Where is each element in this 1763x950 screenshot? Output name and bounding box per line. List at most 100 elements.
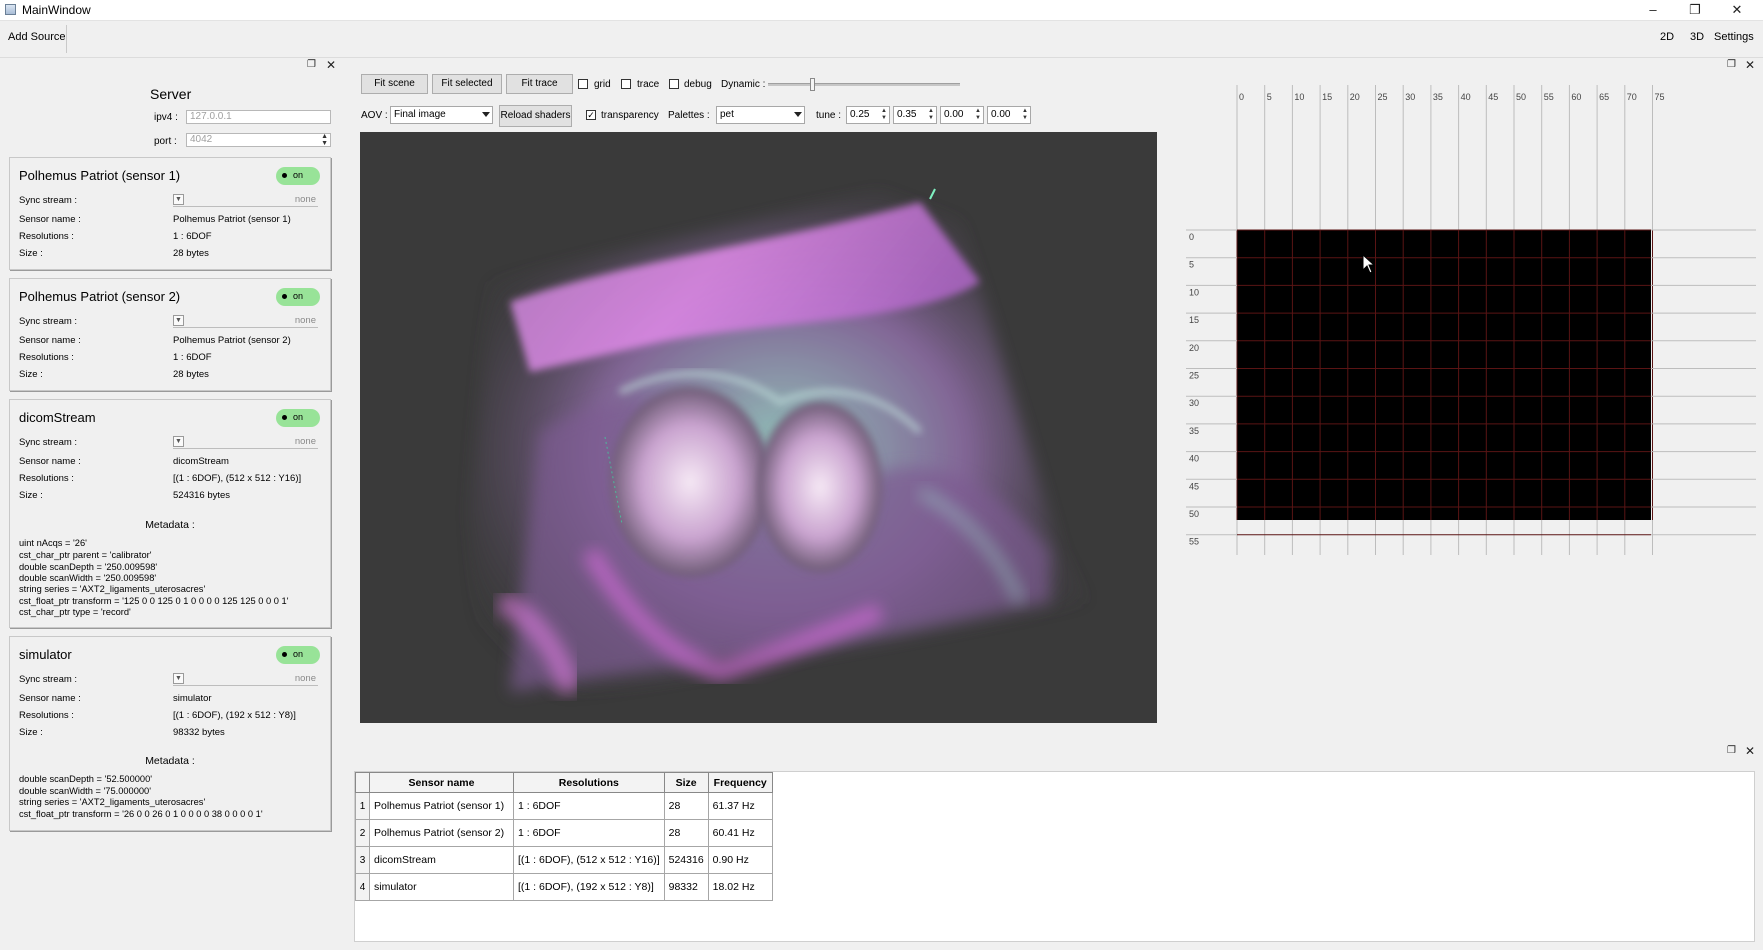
x-tick-label: 10 xyxy=(1294,92,1304,102)
cell-frequency[interactable]: 18.02 Hz xyxy=(707,873,773,901)
toggle-dot-icon xyxy=(282,415,287,420)
cell-frequency[interactable]: 0.90 Hz xyxy=(707,846,773,874)
table-row[interactable]: 2 Polhemus Patriot (sensor 2) 1 : 6DOF 2… xyxy=(355,819,773,847)
column-header-size[interactable]: Size xyxy=(663,772,709,793)
ipv4-input[interactable]: 127.0.0.1 xyxy=(186,110,331,124)
port-value: 4042 xyxy=(190,134,213,145)
spin-arrows-icon[interactable]: ▲ ▼ xyxy=(321,133,328,147)
toggle-dot-icon xyxy=(282,173,287,178)
minimize-button[interactable]: – xyxy=(1632,0,1674,20)
trace-checkbox[interactable] xyxy=(621,79,631,89)
close-panel-icon[interactable]: ✕ xyxy=(1745,58,1755,72)
y-tick-label: 15 xyxy=(1189,315,1199,325)
cell-resolutions[interactable]: 1 : 6DOF xyxy=(513,792,665,820)
source-toggle[interactable]: on xyxy=(276,646,320,664)
cell-frequency[interactable]: 60.41 Hz xyxy=(707,819,773,847)
slice-grid-view[interactable]: 0 5 10 15 20 25 30 35 40 45 50 55 60 65 70 75 0 5 10 15 20 25… xyxy=(1186,85,1756,625)
table-row[interactable]: 1 Polhemus Patriot (sensor 1) 1 : 6DOF 2… xyxy=(355,792,773,820)
tune-spinbox-2[interactable]: 0.35 ▲ ▼ xyxy=(893,106,937,124)
grid-checkbox[interactable] xyxy=(578,79,588,89)
row-number[interactable]: 2 xyxy=(355,819,370,847)
metadata-line: cst_float_ptr transform = '125 0 0 125 0… xyxy=(19,596,289,606)
slider-handle[interactable] xyxy=(810,78,815,91)
palettes-select[interactable]: pet xyxy=(716,106,805,124)
tune-spinbox-4[interactable]: 0.00 ▲ ▼ xyxy=(987,106,1031,124)
fit-trace-button[interactable]: Fit trace xyxy=(506,74,573,94)
toggle-dot-icon xyxy=(282,652,287,657)
table-corner[interactable] xyxy=(355,772,370,793)
render-viewport[interactable] xyxy=(360,132,1157,723)
view-3d-button[interactable]: 3D xyxy=(1690,31,1704,43)
resolutions-label: Resolutions : xyxy=(19,352,74,363)
source-card-sensor-1: Polhemus Patriot (sensor 1) on Sync stre… xyxy=(9,157,331,270)
cell-sensor-name[interactable]: Polhemus Patriot (sensor 2) xyxy=(369,819,514,847)
cell-sensor-name[interactable]: Polhemus Patriot (sensor 1) xyxy=(369,792,514,820)
x-tick-label: 50 xyxy=(1516,92,1526,102)
cell-resolutions[interactable]: [(1 : 6DOF), (192 x 512 : Y8)] xyxy=(513,873,665,901)
y-tick-label: 50 xyxy=(1189,509,1199,519)
source-toggle[interactable]: on xyxy=(276,167,320,185)
row-number[interactable]: 3 xyxy=(355,846,370,874)
port-spinbox[interactable]: 4042 ▲ ▼ xyxy=(186,133,331,147)
cell-frequency[interactable]: 61.37 Hz xyxy=(707,792,773,820)
table-row[interactable]: 4 simulator [(1 : 6DOF), (192 x 512 : Y8… xyxy=(355,873,773,901)
tune-spinbox-1[interactable]: 0.25 ▲ ▼ xyxy=(846,106,890,124)
column-header-frequency[interactable]: Frequency xyxy=(707,772,773,793)
aov-select[interactable]: Final image xyxy=(390,106,493,124)
table-row[interactable]: 3 dicomStream [(1 : 6DOF), (512 x 512 : … xyxy=(355,846,773,874)
reload-shaders-button[interactable]: Reload shaders xyxy=(499,105,572,127)
tune-value: 0.25 xyxy=(850,109,870,120)
x-tick-label: 0 xyxy=(1239,92,1244,102)
spin-arrows-icon[interactable]: ▲ ▼ xyxy=(974,108,982,122)
source-toggle[interactable]: on xyxy=(276,409,320,427)
close-panel-icon[interactable]: ✕ xyxy=(1745,744,1755,758)
tune-value: 0.00 xyxy=(944,109,964,120)
sync-stream-value: none xyxy=(294,315,316,326)
fit-scene-button[interactable]: Fit scene xyxy=(361,74,428,94)
tune-spinbox-3[interactable]: 0.00 ▲ ▼ xyxy=(940,106,984,124)
source-toggle[interactable]: on xyxy=(276,288,320,306)
row-number[interactable]: 4 xyxy=(355,873,370,901)
palettes-value: pet xyxy=(720,109,734,120)
cell-size[interactable]: 28 xyxy=(663,792,709,820)
cell-sensor-name[interactable]: dicomStream xyxy=(369,846,514,874)
y-tick-label: 10 xyxy=(1189,287,1199,297)
float-panel-icon[interactable]: ❐ xyxy=(1727,59,1736,70)
column-header-sensor-name[interactable]: Sensor name xyxy=(369,772,514,793)
restore-button[interactable]: ❐ xyxy=(1674,0,1716,20)
close-panel-icon[interactable]: ✕ xyxy=(326,58,336,72)
float-panel-icon[interactable]: ❐ xyxy=(307,59,316,70)
cell-resolutions[interactable]: [(1 : 6DOF), (512 x 512 : Y16)] xyxy=(513,846,665,874)
metadata-line: string series = 'AXT2_ligaments_uterosac… xyxy=(19,797,206,807)
sync-stream-combo[interactable]: ▼ none xyxy=(173,673,318,686)
size-label: Size : xyxy=(19,490,43,501)
y-tick-label: 25 xyxy=(1189,371,1199,381)
fit-selected-button[interactable]: Fit selected xyxy=(432,74,502,94)
cell-sensor-name[interactable]: simulator xyxy=(369,873,514,901)
column-header-resolutions[interactable]: Resolutions xyxy=(513,772,665,793)
cell-size[interactable]: 28 xyxy=(663,819,709,847)
cell-resolutions[interactable]: 1 : 6DOF xyxy=(513,819,665,847)
float-panel-icon[interactable]: ❐ xyxy=(1727,745,1736,756)
sync-stream-combo[interactable]: ▼ none xyxy=(173,436,318,449)
add-source-button[interactable]: Add Source xyxy=(8,31,65,43)
spin-arrows-icon[interactable]: ▲ ▼ xyxy=(1021,108,1029,122)
debug-label: debug xyxy=(684,79,712,90)
dynamic-slider[interactable] xyxy=(768,78,960,91)
mouse-cursor-icon xyxy=(1362,254,1376,274)
sync-stream-combo[interactable]: ▼ none xyxy=(173,315,318,328)
debug-checkbox[interactable] xyxy=(669,79,679,89)
view-2d-button[interactable]: 2D xyxy=(1660,31,1674,43)
sync-stream-combo[interactable]: ▼ none xyxy=(173,194,318,207)
cell-size[interactable]: 524316 xyxy=(663,846,709,874)
row-number[interactable]: 1 xyxy=(355,792,370,820)
x-tick-label: 30 xyxy=(1405,92,1415,102)
chevron-down-icon: ▼ xyxy=(173,436,184,447)
cell-size[interactable]: 98332 xyxy=(663,873,709,901)
spin-arrows-icon[interactable]: ▲ ▼ xyxy=(927,108,935,122)
close-button[interactable]: ✕ xyxy=(1716,0,1758,20)
tune-label: tune : xyxy=(816,110,842,121)
transparency-checkbox[interactable]: ✓ xyxy=(586,110,596,120)
settings-button[interactable]: Settings xyxy=(1714,31,1754,43)
spin-arrows-icon[interactable]: ▲ ▼ xyxy=(880,108,888,122)
